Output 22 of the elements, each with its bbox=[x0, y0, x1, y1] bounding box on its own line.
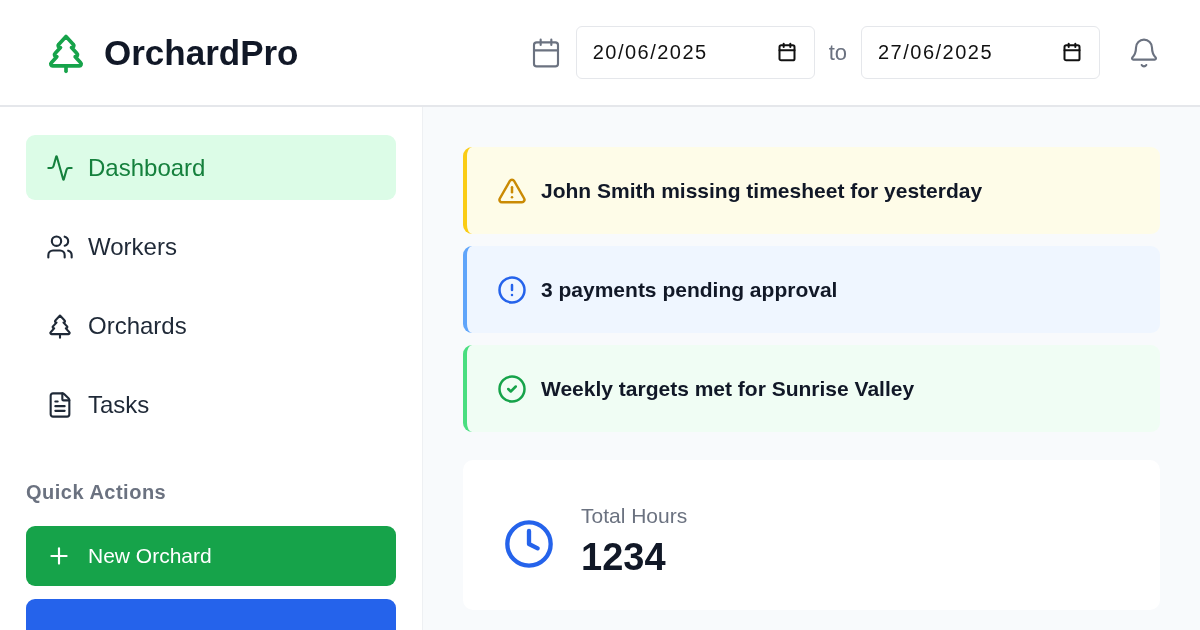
date-field[interactable]: 27/06/2025 bbox=[861, 26, 1100, 79]
users-icon bbox=[46, 232, 74, 261]
alert-text: 3 payments pending approval bbox=[541, 277, 838, 302]
calendar-icon[interactable] bbox=[776, 42, 797, 62]
info-icon bbox=[497, 274, 527, 305]
clock-icon bbox=[503, 518, 555, 570]
check-circle-icon bbox=[497, 373, 527, 404]
brand-name: OrchardPro bbox=[104, 32, 299, 73]
calendar-icon[interactable] bbox=[1062, 42, 1082, 62]
section-title: Quick Actions bbox=[26, 481, 168, 504]
stat-value: 1234 bbox=[581, 536, 667, 579]
nav-item[interactable]: Orchards bbox=[26, 293, 396, 358]
date-separator: to bbox=[828, 39, 847, 66]
alert-text: John Smith missing timesheet for yesterday bbox=[541, 178, 983, 203]
stat-label: Total Hours bbox=[581, 504, 688, 528]
nav-item[interactable]: Tasks bbox=[26, 372, 396, 437]
activity-icon bbox=[46, 153, 74, 182]
date-field[interactable]: 20/06/2025 bbox=[575, 26, 815, 79]
bell-icon[interactable] bbox=[1128, 36, 1160, 69]
nav-item[interactable]: Dashboard bbox=[26, 135, 396, 200]
nav-item[interactable]: Workers bbox=[26, 214, 396, 279]
alert-text: Weekly targets met for Sunrise Valley bbox=[541, 376, 915, 401]
